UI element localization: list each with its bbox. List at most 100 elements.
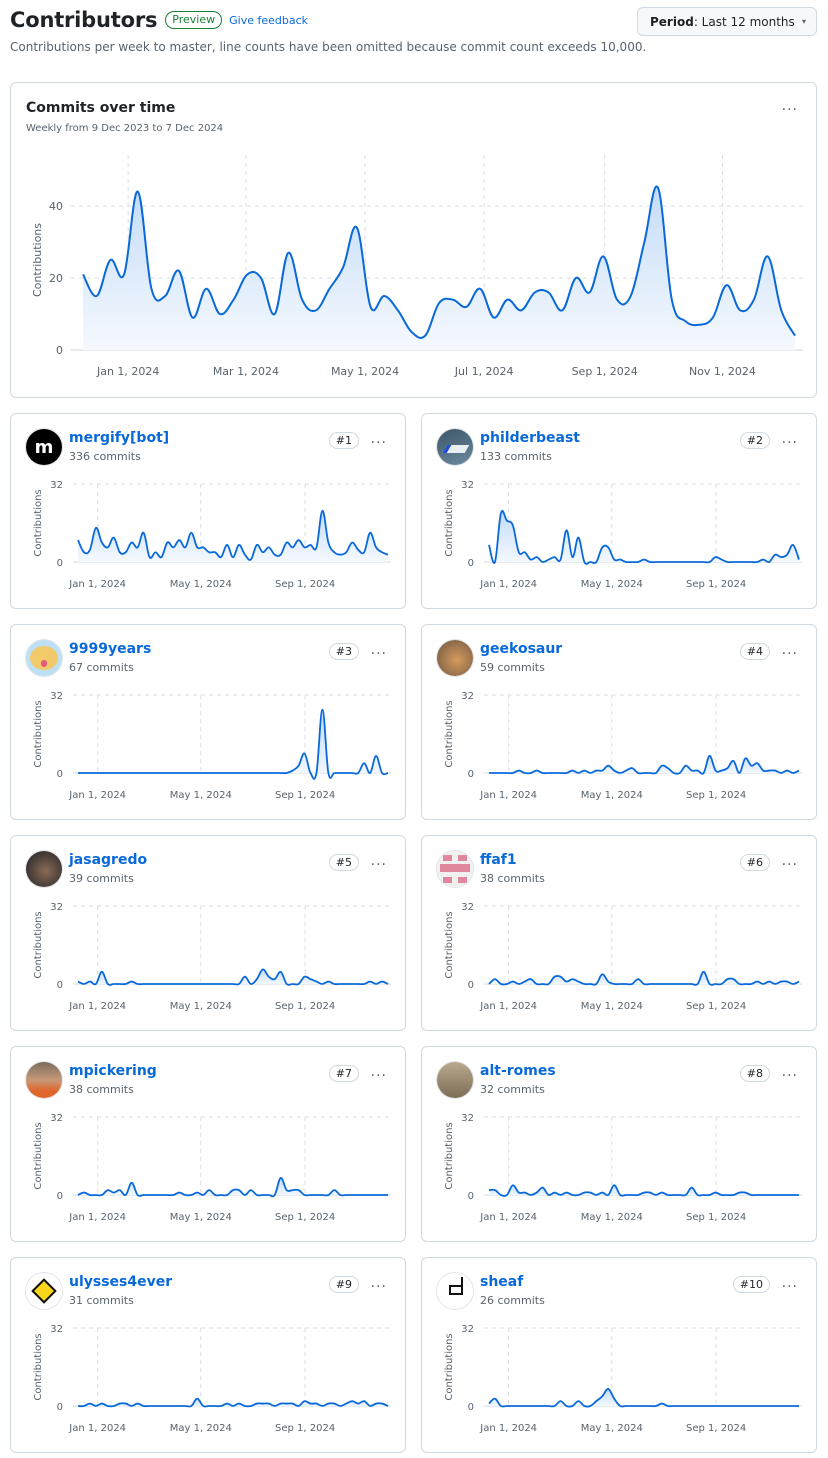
x-tick-label: Mar 1, 2024 (213, 365, 279, 378)
y-tick-label: 32 (461, 480, 474, 491)
more-options-icon[interactable]: ··· (371, 858, 387, 872)
avatar-image (437, 429, 473, 465)
contributor-name-link[interactable]: alt-romes (480, 1063, 556, 1079)
more-options-icon[interactable]: ··· (782, 1280, 798, 1294)
y-tick-label: 0 (57, 558, 63, 569)
x-tick-label: Sep 1, 2024 (275, 579, 335, 590)
preview-badge: Preview (165, 11, 223, 29)
x-tick-label: May 1, 2024 (581, 1001, 643, 1012)
x-tick-label: May 1, 2024 (170, 579, 232, 590)
rank-badge: #8 (739, 1065, 770, 1082)
y-tick-label: 0 (468, 769, 474, 780)
period-dropdown[interactable]: Period : Last 12 months ▾ (637, 7, 817, 36)
avatar-image (437, 1062, 473, 1098)
avatar-image: m (26, 429, 62, 465)
avatar-image (26, 851, 62, 887)
page-title: Contributors (10, 8, 158, 32)
series-area (83, 186, 795, 350)
avatar-dog[interactable] (25, 639, 63, 677)
rank-badge: #4 (739, 643, 770, 660)
y-tick-label: 0 (57, 980, 63, 991)
series-area (78, 969, 388, 985)
y-tick-label: 0 (468, 980, 474, 991)
contributor-name-link[interactable]: sheaf (480, 1274, 523, 1290)
title-row: Contributors Preview Give feedback (10, 8, 308, 32)
commit-count: 38 commits (480, 872, 545, 885)
contributor-card-ulysses4ever: 0 32 Jan 1, 2024 May 1, 2024 Sep 1, 2024 Cont… (10, 1257, 406, 1453)
series-area (489, 1388, 799, 1407)
more-options-icon[interactable]: ··· (371, 1069, 387, 1083)
chart-title: Commits over time (26, 100, 176, 116)
avatar-image (26, 640, 62, 676)
series-area (78, 1177, 388, 1197)
avatar-paper-plane[interactable] (436, 428, 474, 466)
more-options-icon[interactable]: ··· (782, 436, 798, 450)
avatar-person-sunglasses[interactable] (25, 850, 63, 888)
x-tick-label: Sep 1, 2024 (686, 1001, 746, 1012)
x-tick-label: Jul 1, 2024 (454, 365, 514, 378)
contributor-name-link[interactable]: ulysses4ever (69, 1274, 172, 1290)
contributor-card-philderbeast: 0 32 Jan 1, 2024 May 1, 2024 Sep 1, 2024 Cont… (421, 413, 817, 609)
more-options-icon[interactable]: ··· (782, 858, 798, 872)
avatar-person-laptops[interactable] (436, 1061, 474, 1099)
x-tick-label: Sep 1, 2024 (275, 790, 335, 801)
rank-badge: #10 (732, 1276, 770, 1293)
page-header: Contributors Preview Give feedback Contr… (10, 0, 817, 72)
avatar-sketch-drawing[interactable] (436, 1272, 474, 1310)
y-tick-label: 0 (468, 1191, 474, 1202)
y-tick-label: 0 (56, 344, 63, 357)
avatar-image (437, 1273, 473, 1309)
avatar-pink-identicon[interactable] (436, 850, 474, 888)
contributor-name-link[interactable]: geekosaur (480, 641, 562, 657)
x-tick-label: May 1, 2024 (170, 1423, 232, 1434)
more-options-icon[interactable]: ··· (371, 436, 387, 450)
contributors-page: Contributors Preview Give feedback Contr… (0, 0, 828, 1453)
y-tick-label: 20 (49, 272, 63, 285)
contributor-name-link[interactable]: philderbeast (480, 430, 580, 446)
x-tick-label: Nov 1, 2024 (689, 365, 756, 378)
avatar-cat[interactable] (436, 639, 474, 677)
chart-subtitle: Weekly from 9 Dec 2023 to 7 Dec 2024 (26, 123, 224, 134)
x-tick-label: Jan 1, 2024 (68, 1423, 126, 1434)
rank-badge: #3 (328, 643, 359, 660)
more-options-icon[interactable]: ··· (782, 103, 798, 117)
give-feedback-link[interactable]: Give feedback (229, 14, 308, 27)
avatar-image (31, 1278, 57, 1304)
x-tick-label: Jan 1, 2024 (479, 790, 537, 801)
x-tick-label: Jan 1, 2024 (479, 1001, 537, 1012)
contributor-card-mergifybot: 0 32 Jan 1, 2024 May 1, 2024 Sep 1, 2024 Cont… (10, 413, 406, 609)
more-options-icon[interactable]: ··· (371, 647, 387, 661)
period-value: : Last 12 months (693, 14, 795, 29)
contributor-name-link[interactable]: mpickering (69, 1063, 157, 1079)
x-tick-label: May 1, 2024 (170, 1001, 232, 1012)
commit-count: 336 commits (69, 450, 141, 463)
period-label: Period (650, 14, 694, 29)
avatar-road-sign[interactable] (25, 1272, 63, 1310)
more-options-icon[interactable]: ··· (782, 1069, 798, 1083)
contributor-name-link[interactable]: ffaf1 (480, 852, 517, 868)
x-tick-label: May 1, 2024 (581, 579, 643, 590)
avatar-image (437, 640, 473, 676)
y-tick-label: 0 (57, 769, 63, 780)
y-tick-label: 0 (57, 1402, 63, 1413)
avatar-mergify-logo[interactable]: m (25, 428, 63, 466)
series-area (489, 510, 799, 564)
avatar-person-orange[interactable] (25, 1061, 63, 1099)
rank-badge: #7 (328, 1065, 359, 1082)
y-tick-label: 32 (461, 1324, 474, 1335)
y-axis-label: Contributions (31, 223, 44, 297)
more-options-icon[interactable]: ··· (371, 1280, 387, 1294)
x-tick-label: Sep 1, 2024 (275, 1212, 335, 1223)
contributor-name-link[interactable]: mergify[bot] (69, 430, 169, 446)
x-tick-label: Jan 1, 2024 (96, 365, 159, 378)
more-options-icon[interactable]: ··· (782, 647, 798, 661)
contributor-name-link[interactable]: 9999years (69, 641, 151, 657)
y-tick-label: 0 (468, 558, 474, 569)
rank-badge: #9 (328, 1276, 359, 1293)
y-axis-label: Contributions (444, 489, 455, 556)
y-tick-label: 32 (461, 1113, 474, 1124)
contributor-name-link[interactable]: jasagredo (69, 852, 147, 868)
x-tick-label: Jan 1, 2024 (479, 1423, 537, 1434)
x-tick-label: May 1, 2024 (331, 365, 399, 378)
avatar-image (30, 646, 58, 670)
